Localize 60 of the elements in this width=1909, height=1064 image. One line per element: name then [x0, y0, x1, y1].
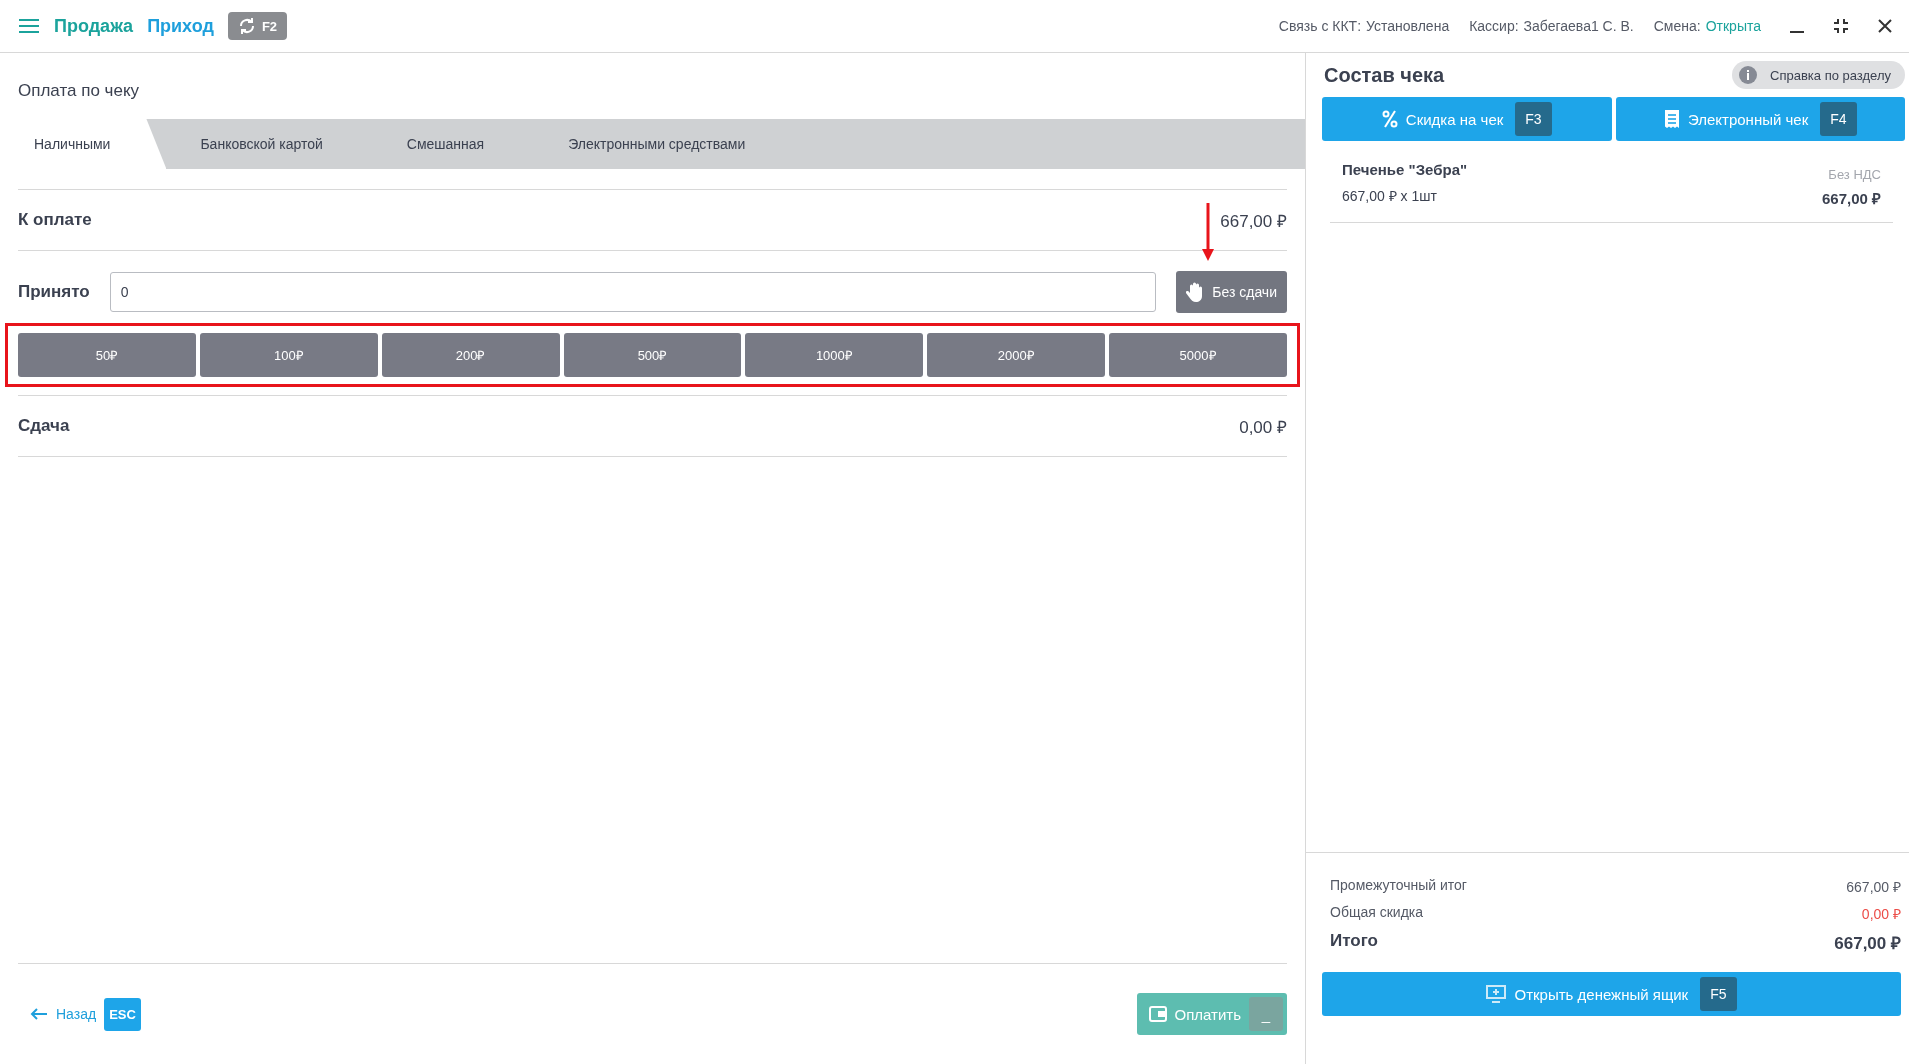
payment-tab[interactable]: Смешанная — [372, 119, 535, 169]
collapse-icon[interactable] — [1833, 18, 1849, 34]
payment-tab[interactable]: Банковской картой — [166, 119, 373, 169]
status-label: Кассир: — [1469, 18, 1519, 34]
e-receipt-button[interactable]: Электронный чек F4 — [1615, 97, 1905, 141]
monitor-plus-icon — [1486, 985, 1507, 1003]
shortcut-key: _ — [1249, 997, 1283, 1031]
denomination-button[interactable]: 100₽ — [199, 333, 378, 377]
receipt-title: Состав чека — [1324, 63, 1445, 87]
status-value: Установлена — [1366, 18, 1450, 34]
total-amount: 667,00 ₽ — [1834, 933, 1901, 954]
shortcut-key: ESC — [104, 997, 141, 1031]
arrow-left-icon — [30, 1008, 48, 1020]
denomination-button[interactable]: 50₽ — [18, 333, 196, 377]
section-title[interactable]: Продажа — [54, 15, 134, 37]
status-label: Связь с ККТ: — [1278, 18, 1362, 34]
status-value: Открыта — [1705, 18, 1761, 34]
subtotal-label: Промежуточный итог — [1330, 877, 1467, 895]
item-total: 667,00 ₽ — [1821, 189, 1881, 208]
discount-amount: 0,00 ₽ — [1861, 905, 1901, 923]
wallet-icon — [1148, 1006, 1167, 1022]
menu-icon[interactable] — [18, 18, 40, 34]
no-change-button[interactable]: Без сдачи — [1176, 271, 1287, 313]
page-title: Оплата по чеку — [17, 80, 141, 102]
discount-button[interactable]: Скидка на чек F3 — [1322, 97, 1612, 141]
receipt-icon — [1663, 110, 1680, 128]
shortcut-key: F3 — [1515, 102, 1552, 136]
payment-tab[interactable]: Электронными средствами — [534, 119, 796, 169]
change-amount: 0,00 ₽ — [1239, 416, 1287, 438]
item-name: Печенье "Зебра" — [1342, 161, 1468, 178]
due-amount: 667,00 ₽ — [1220, 210, 1287, 232]
sync-button[interactable]: F2 — [227, 12, 288, 40]
cash-drawer-button[interactable]: Открыть денежный ящик F5 — [1322, 972, 1901, 1016]
denomination-button[interactable]: 200₽ — [381, 333, 560, 377]
change-label: Сдача — [18, 416, 70, 436]
denomination-button[interactable]: 500₽ — [563, 333, 742, 377]
vat-label: Без НДС — [1827, 167, 1881, 182]
item-quantity: 667,00 ₽ x 1шт — [1342, 187, 1438, 205]
close-icon[interactable] — [1877, 18, 1893, 34]
status-value: Забегаева1 С. В. — [1523, 18, 1634, 34]
payment-tab[interactable]: Наличными — [0, 119, 167, 169]
pay-button[interactable]: Оплатить _ — [1136, 993, 1287, 1035]
total-label: Итого — [1330, 931, 1378, 952]
denomination-button[interactable]: 1000₽ — [745, 333, 924, 377]
shortcut-key: F5 — [1700, 977, 1737, 1011]
status-label: Смена: — [1653, 18, 1701, 34]
refresh-icon — [237, 17, 256, 35]
info-icon — [1738, 65, 1759, 85]
back-link[interactable]: Назад — [18, 1006, 97, 1022]
received-input[interactable]: 0 — [109, 272, 1157, 312]
operation-link[interactable]: Приход — [147, 15, 214, 37]
received-label: Принято — [18, 282, 90, 302]
discount-label: Общая скидка — [1330, 904, 1424, 922]
due-label: К оплате — [18, 210, 92, 230]
help-button[interactable]: Справка по разделу — [1732, 61, 1905, 89]
denomination-button[interactable]: 5000₽ — [1109, 333, 1287, 377]
percent-icon — [1381, 110, 1398, 128]
shortcut-key: F4 — [1820, 102, 1857, 136]
subtotal-amount: 667,00 ₽ — [1846, 878, 1901, 896]
denomination-button[interactable]: 2000₽ — [927, 333, 1106, 377]
